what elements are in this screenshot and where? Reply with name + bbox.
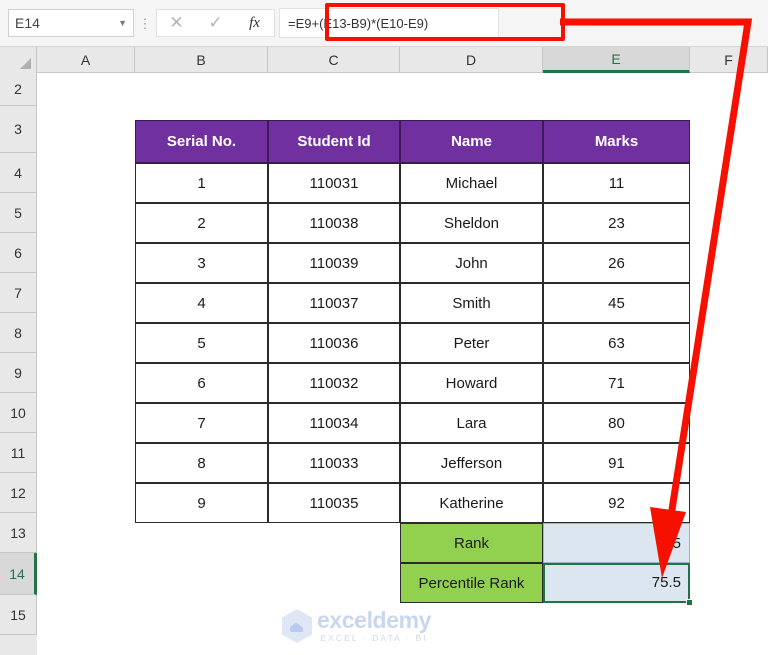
table-cell-marks[interactable]: 71 — [543, 363, 690, 403]
table-cell-name[interactable]: Smith — [400, 283, 543, 323]
cancel-icon[interactable]: ✕ — [157, 10, 196, 36]
table-cell-marks[interactable]: 80 — [543, 403, 690, 443]
table-cell-serial[interactable]: 3 — [135, 243, 268, 283]
table-cell-serial[interactable]: 2 — [135, 203, 268, 243]
name-box[interactable]: E14 ▼ — [8, 9, 134, 37]
row-header-4[interactable]: 4 — [0, 153, 37, 193]
column-header-a[interactable]: A — [37, 47, 135, 73]
table-header-name: Name — [400, 120, 543, 163]
enter-icon[interactable]: ✓ — [196, 10, 235, 36]
row-header-11[interactable]: 11 — [0, 433, 37, 473]
table-header-marks: Marks — [543, 120, 690, 163]
row-header-6[interactable]: 6 — [0, 233, 37, 273]
table-cell-name[interactable]: Jefferson — [400, 443, 543, 483]
watermark-tagline: EXCEL · DATA · BI — [320, 633, 428, 644]
formula-input-area: =E9+(E13-B9)*(E10-E9) — [275, 8, 768, 38]
formula-input[interactable]: =E9+(E13-B9)*(E10-E9) — [279, 8, 499, 38]
percentile-rank-value[interactable]: 75.5 — [543, 563, 690, 603]
table-cell-serial[interactable]: 9 — [135, 483, 268, 523]
more-options-icon[interactable]: ⋮ — [134, 17, 156, 30]
table-cell-student_id[interactable]: 110034 — [268, 403, 400, 443]
rank-value[interactable]: 6.5 — [543, 523, 690, 563]
column-header-d[interactable]: D — [400, 47, 543, 73]
table-cell-serial[interactable]: 4 — [135, 283, 268, 323]
table-cell-name[interactable]: Peter — [400, 323, 543, 363]
watermark-text: exceldemy EXCEL · DATA · BI — [317, 609, 431, 643]
table-cell-student_id[interactable]: 110038 — [268, 203, 400, 243]
column-header-f[interactable]: F — [690, 47, 768, 73]
table-cell-student_id[interactable]: 110031 — [268, 163, 400, 203]
formula-bar: E14 ▼ ⋮ ✕ ✓ fx =E9+(E13-B9)*(E10-E9) — [0, 0, 768, 47]
table-header-student-id: Student Id — [268, 120, 400, 163]
table-cell-serial[interactable]: 7 — [135, 403, 268, 443]
row-header-column: 2 3 4 5 6 7 8 9 10 11 12 13 14 15 — [0, 73, 37, 655]
insert-function-icon[interactable]: fx — [235, 10, 274, 36]
table-cell-name[interactable]: John — [400, 243, 543, 283]
table-header-serial-no: Serial No. — [135, 120, 268, 163]
table-cell-name[interactable]: Lara — [400, 403, 543, 443]
worksheet-grid[interactable]: Serial No. Student Id Name Marks 1 110031 Mich… — [37, 73, 768, 655]
table-cell-marks[interactable]: 11 — [543, 163, 690, 203]
table-cell-student_id[interactable]: 110035 — [268, 483, 400, 523]
row-header-9[interactable]: 9 — [0, 353, 37, 393]
row-header-5[interactable]: 5 — [0, 193, 37, 233]
row-header-8[interactable]: 8 — [0, 313, 37, 353]
row-header-14[interactable]: 14 — [0, 553, 37, 595]
name-box-value: E14 — [15, 15, 40, 31]
fill-handle[interactable] — [686, 599, 693, 606]
table-cell-student_id[interactable]: 110037 — [268, 283, 400, 323]
row-header-2[interactable]: 2 — [0, 73, 37, 106]
table-cell-marks[interactable]: 91 — [543, 443, 690, 483]
table-cell-marks[interactable]: 23 — [543, 203, 690, 243]
row-header-13[interactable]: 13 — [0, 513, 37, 553]
watermark: exceldemy EXCEL · DATA · BI — [282, 607, 492, 645]
row-header-7[interactable]: 7 — [0, 273, 37, 313]
column-header-row: ABCDEF — [0, 47, 768, 73]
table-cell-name[interactable]: Sheldon — [400, 203, 543, 243]
table-cell-student_id[interactable]: 110036 — [268, 323, 400, 363]
table-cell-student_id[interactable]: 110032 — [268, 363, 400, 403]
column-header-e[interactable]: E — [543, 47, 690, 73]
table-cell-marks[interactable]: 45 — [543, 283, 690, 323]
column-header-b[interactable]: B — [135, 47, 268, 73]
formula-actions: ✕ ✓ fx — [156, 9, 275, 37]
row-header-12[interactable]: 12 — [0, 473, 37, 513]
table-cell-name[interactable]: Katherine — [400, 483, 543, 523]
select-all-button[interactable] — [0, 47, 37, 73]
table-cell-marks[interactable]: 92 — [543, 483, 690, 523]
table-cell-serial[interactable]: 1 — [135, 163, 268, 203]
table-cell-student_id[interactable]: 110039 — [268, 243, 400, 283]
row-header-3[interactable]: 3 — [0, 106, 37, 153]
chevron-down-icon[interactable]: ▼ — [118, 18, 127, 28]
table-cell-serial[interactable]: 5 — [135, 323, 268, 363]
table-cell-serial[interactable]: 6 — [135, 363, 268, 403]
watermark-name: exceldemy — [317, 607, 432, 634]
percentile-rank-label: Percentile Rank — [400, 563, 543, 603]
rank-label: Rank — [400, 523, 543, 563]
table-cell-student_id[interactable]: 110033 — [268, 443, 400, 483]
excel-window: E14 ▼ ⋮ ✕ ✓ fx =E9+(E13-B9)*(E10-E9) ABC… — [0, 0, 768, 655]
exceldemy-logo-icon — [282, 609, 312, 643]
table-cell-marks[interactable]: 63 — [543, 323, 690, 363]
table-cell-name[interactable]: Howard — [400, 363, 543, 403]
row-header-15[interactable]: 15 — [0, 595, 37, 635]
table-cell-marks[interactable]: 26 — [543, 243, 690, 283]
row-header-10[interactable]: 10 — [0, 393, 37, 433]
table-cell-serial[interactable]: 8 — [135, 443, 268, 483]
column-header-c[interactable]: C — [268, 47, 400, 73]
table-cell-name[interactable]: Michael — [400, 163, 543, 203]
